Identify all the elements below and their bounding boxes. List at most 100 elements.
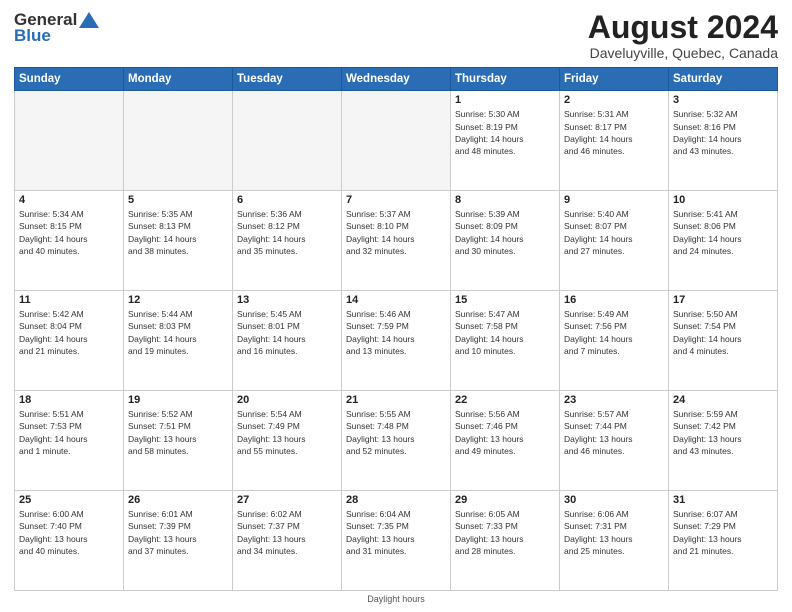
day-number: 5 [128, 194, 228, 206]
calendar-cell: 30 Sunrise: 6:06 AM Sunset: 7:31 PM Dayli… [560, 491, 669, 591]
calendar-cell: 26 Sunrise: 6:01 AM Sunset: 7:39 PM Dayli… [124, 491, 233, 591]
logo-icon [79, 12, 99, 28]
day-number: 6 [237, 194, 337, 206]
calendar-cell: 3 Sunrise: 5:32 AM Sunset: 8:16 PM Daylig… [669, 91, 778, 191]
calendar-cell: 8 Sunrise: 5:39 AM Sunset: 8:09 PM Daylig… [451, 191, 560, 291]
day-number: 29 [455, 494, 555, 506]
day-number: 17 [673, 294, 773, 306]
calendar-cell: 7 Sunrise: 5:37 AM Sunset: 8:10 PM Daylig… [342, 191, 451, 291]
day-info: Sunrise: 5:37 AM Sunset: 8:10 PM Dayligh… [346, 208, 446, 257]
day-info: Sunrise: 5:55 AM Sunset: 7:48 PM Dayligh… [346, 408, 446, 457]
day-number: 4 [19, 194, 119, 206]
dow-header-cell: Wednesday [342, 68, 451, 91]
calendar-cell: 25 Sunrise: 6:00 AM Sunset: 7:40 PM Dayli… [15, 491, 124, 591]
day-info: Sunrise: 6:06 AM Sunset: 7:31 PM Dayligh… [564, 508, 664, 557]
day-info: Sunrise: 5:46 AM Sunset: 7:59 PM Dayligh… [346, 308, 446, 357]
day-number: 25 [19, 494, 119, 506]
calendar-cell: 11 Sunrise: 5:42 AM Sunset: 8:04 PM Dayli… [15, 291, 124, 391]
day-number: 23 [564, 394, 664, 406]
footer-note: Daylight hours [14, 594, 778, 604]
day-info: Sunrise: 5:49 AM Sunset: 7:56 PM Dayligh… [564, 308, 664, 357]
day-number: 14 [346, 294, 446, 306]
calendar-cell: 22Sunrise: 5:56 AM Sunset: 7:46 PM Dayli… [451, 391, 560, 491]
dow-header-cell: Tuesday [233, 68, 342, 91]
day-info: Sunrise: 5:52 AM Sunset: 7:51 PM Dayligh… [128, 408, 228, 457]
calendar-cell: 9 Sunrise: 5:40 AM Sunset: 8:07 PM Daylig… [560, 191, 669, 291]
day-number: 9 [564, 194, 664, 206]
page: General Blue August 2024 Daveluyville, Q… [0, 0, 792, 612]
day-info: Sunrise: 5:32 AM Sunset: 8:16 PM Dayligh… [673, 108, 773, 157]
calendar-cell: 14 Sunrise: 5:46 AM Sunset: 7:59 PM Dayli… [342, 291, 451, 391]
day-info: Sunrise: 5:45 AM Sunset: 8:01 PM Dayligh… [237, 308, 337, 357]
calendar-cell: 24Sunrise: 5:59 AM Sunset: 7:42 PM Dayli… [669, 391, 778, 491]
day-number: 26 [128, 494, 228, 506]
calendar-cell: 31 Sunrise: 6:07 AM Sunset: 7:29 PM Dayli… [669, 491, 778, 591]
calendar-cell: 15Sunrise: 5:47 AM Sunset: 7:58 PM Dayli… [451, 291, 560, 391]
day-info: Sunrise: 5:34 AM Sunset: 8:15 PM Dayligh… [19, 208, 119, 257]
day-number: 21 [346, 394, 446, 406]
day-number: 1 [455, 94, 555, 106]
calendar-cell: 21 Sunrise: 5:55 AM Sunset: 7:48 PM Dayli… [342, 391, 451, 491]
day-number: 12 [128, 294, 228, 306]
day-info: Sunrise: 5:36 AM Sunset: 8:12 PM Dayligh… [237, 208, 337, 257]
day-info: Sunrise: 5:54 AM Sunset: 7:49 PM Dayligh… [237, 408, 337, 457]
calendar-cell: 1 Sunrise: 5:30 AM Sunset: 8:19 PM Daylig… [451, 91, 560, 191]
day-info: Sunrise: 5:31 AM Sunset: 8:17 PM Dayligh… [564, 108, 664, 157]
header: General Blue August 2024 Daveluyville, Q… [14, 10, 778, 61]
calendar-cell: 12Sunrise: 5:44 AM Sunset: 8:03 PM Dayli… [124, 291, 233, 391]
day-number: 31 [673, 494, 773, 506]
day-info: Sunrise: 5:42 AM Sunset: 8:04 PM Dayligh… [19, 308, 119, 357]
calendar-cell: 5 Sunrise: 5:35 AM Sunset: 8:13 PM Daylig… [124, 191, 233, 291]
month-year: August 2024 [588, 10, 778, 45]
calendar-cell: 6 Sunrise: 5:36 AM Sunset: 8:12 PM Daylig… [233, 191, 342, 291]
calendar-cell: 16Sunrise: 5:49 AM Sunset: 7:56 PM Dayli… [560, 291, 669, 391]
dow-header-cell: Monday [124, 68, 233, 91]
day-info: Sunrise: 6:01 AM Sunset: 7:39 PM Dayligh… [128, 508, 228, 557]
calendar-cell [233, 91, 342, 191]
calendar-cell: 17 Sunrise: 5:50 AM Sunset: 7:54 PM Dayli… [669, 291, 778, 391]
calendar-cell [342, 91, 451, 191]
calendar-cell: 23 Sunrise: 5:57 AM Sunset: 7:44 PM Dayli… [560, 391, 669, 491]
day-number: 2 [564, 94, 664, 106]
day-number: 10 [673, 194, 773, 206]
calendar-cell: 19 Sunrise: 5:52 AM Sunset: 7:51 PM Dayli… [124, 391, 233, 491]
calendar-cell: 4 Sunrise: 5:34 AM Sunset: 8:15 PM Daylig… [15, 191, 124, 291]
calendar-cell: 29 Sunrise: 6:05 AM Sunset: 7:33 PM Dayli… [451, 491, 560, 591]
day-number: 3 [673, 94, 773, 106]
day-info: Sunrise: 6:04 AM Sunset: 7:35 PM Dayligh… [346, 508, 446, 557]
day-info: Sunrise: 5:35 AM Sunset: 8:13 PM Dayligh… [128, 208, 228, 257]
day-info: Sunrise: 5:30 AM Sunset: 8:19 PM Dayligh… [455, 108, 555, 157]
daylight-hours-label: Daylight hours [367, 594, 425, 604]
calendar-cell: 28 Sunrise: 6:04 AM Sunset: 7:35 PM Dayli… [342, 491, 451, 591]
calendar-cell: 13 Sunrise: 5:45 AM Sunset: 8:01 PM Dayli… [233, 291, 342, 391]
day-number: 8 [455, 194, 555, 206]
day-number: 13 [237, 294, 337, 306]
day-number: 7 [346, 194, 446, 206]
day-info: Sunrise: 5:57 AM Sunset: 7:44 PM Dayligh… [564, 408, 664, 457]
calendar-cell: 10 Sunrise: 5:41 AM Sunset: 8:06 PM Dayli… [669, 191, 778, 291]
day-number: 11 [19, 294, 119, 306]
dow-header-cell: Sunday [15, 68, 124, 91]
day-info: Sunrise: 5:51 AM Sunset: 7:53 PM Dayligh… [19, 408, 119, 457]
calendar-cell: 20Sunrise: 5:54 AM Sunset: 7:49 PM Dayli… [233, 391, 342, 491]
logo: General Blue [14, 10, 100, 46]
day-number: 24 [673, 394, 773, 406]
day-info: Sunrise: 6:00 AM Sunset: 7:40 PM Dayligh… [19, 508, 119, 557]
day-number: 19 [128, 394, 228, 406]
calendar-cell: 18Sunrise: 5:51 AM Sunset: 7:53 PM Dayli… [15, 391, 124, 491]
day-number: 28 [346, 494, 446, 506]
dow-header-cell: Saturday [669, 68, 778, 91]
day-info: Sunrise: 6:05 AM Sunset: 7:33 PM Dayligh… [455, 508, 555, 557]
day-number: 27 [237, 494, 337, 506]
day-info: Sunrise: 5:50 AM Sunset: 7:54 PM Dayligh… [673, 308, 773, 357]
location: Daveluyville, Quebec, Canada [588, 45, 778, 61]
day-number: 15 [455, 294, 555, 306]
day-number: 30 [564, 494, 664, 506]
dow-header-cell: Thursday [451, 68, 560, 91]
day-info: Sunrise: 5:40 AM Sunset: 8:07 PM Dayligh… [564, 208, 664, 257]
day-info: Sunrise: 5:39 AM Sunset: 8:09 PM Dayligh… [455, 208, 555, 257]
day-info: Sunrise: 5:41 AM Sunset: 8:06 PM Dayligh… [673, 208, 773, 257]
calendar-cell [15, 91, 124, 191]
day-info: Sunrise: 6:07 AM Sunset: 7:29 PM Dayligh… [673, 508, 773, 557]
dow-header-cell: Friday [560, 68, 669, 91]
